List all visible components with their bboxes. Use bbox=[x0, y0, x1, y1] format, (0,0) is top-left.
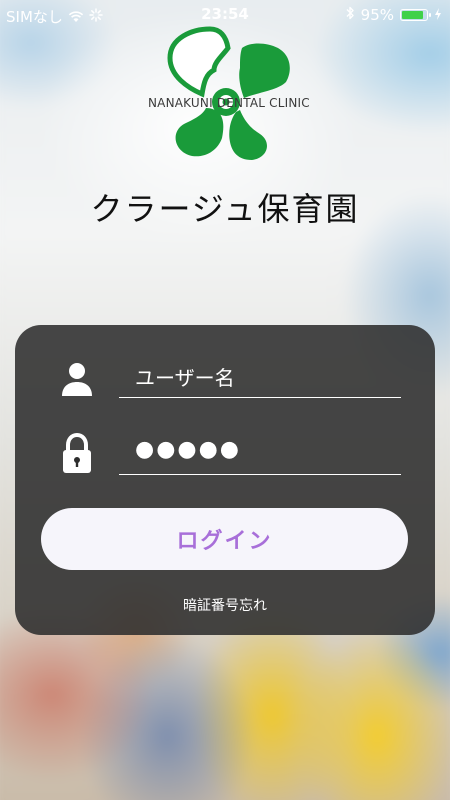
battery-percent: 95% bbox=[360, 6, 394, 24]
status-bar: SIMなし 23:54 95% bbox=[0, 0, 450, 30]
password-field[interactable]: ●●●●● bbox=[15, 432, 435, 475]
app-title: クラージュ保育園 bbox=[90, 190, 360, 228]
battery-fill bbox=[402, 11, 423, 19]
lock-icon bbox=[60, 432, 94, 473]
user-icon bbox=[60, 358, 94, 398]
username-placeholder[interactable]: ユーザー名 bbox=[135, 362, 235, 391]
username-field[interactable]: ユーザー名 bbox=[15, 358, 435, 398]
clinic-name: NANAKUNI DENTAL CLINIC bbox=[148, 96, 310, 110]
login-button[interactable]: ログイン bbox=[41, 508, 408, 570]
forgot-password-link[interactable]: 暗証番号忘れ bbox=[15, 595, 435, 615]
clinic-logo: NANAKUNI DENTAL CLINIC bbox=[140, 24, 320, 164]
username-underline bbox=[119, 396, 401, 398]
clover-logo-icon bbox=[167, 26, 290, 160]
charging-bolt-icon bbox=[434, 6, 442, 24]
login-panel: ユーザー名 ●●●●● ログイン 暗証番号忘れ bbox=[15, 325, 435, 635]
bluetooth-icon bbox=[345, 6, 355, 24]
password-underline bbox=[119, 473, 401, 475]
right-status-group: 95% bbox=[345, 6, 442, 24]
battery-icon bbox=[400, 9, 431, 21]
login-screen: SIMなし 23:54 95% NANAKUNI DENTAL CLINIC ク… bbox=[0, 0, 450, 800]
password-value[interactable]: ●●●●● bbox=[135, 437, 241, 462]
